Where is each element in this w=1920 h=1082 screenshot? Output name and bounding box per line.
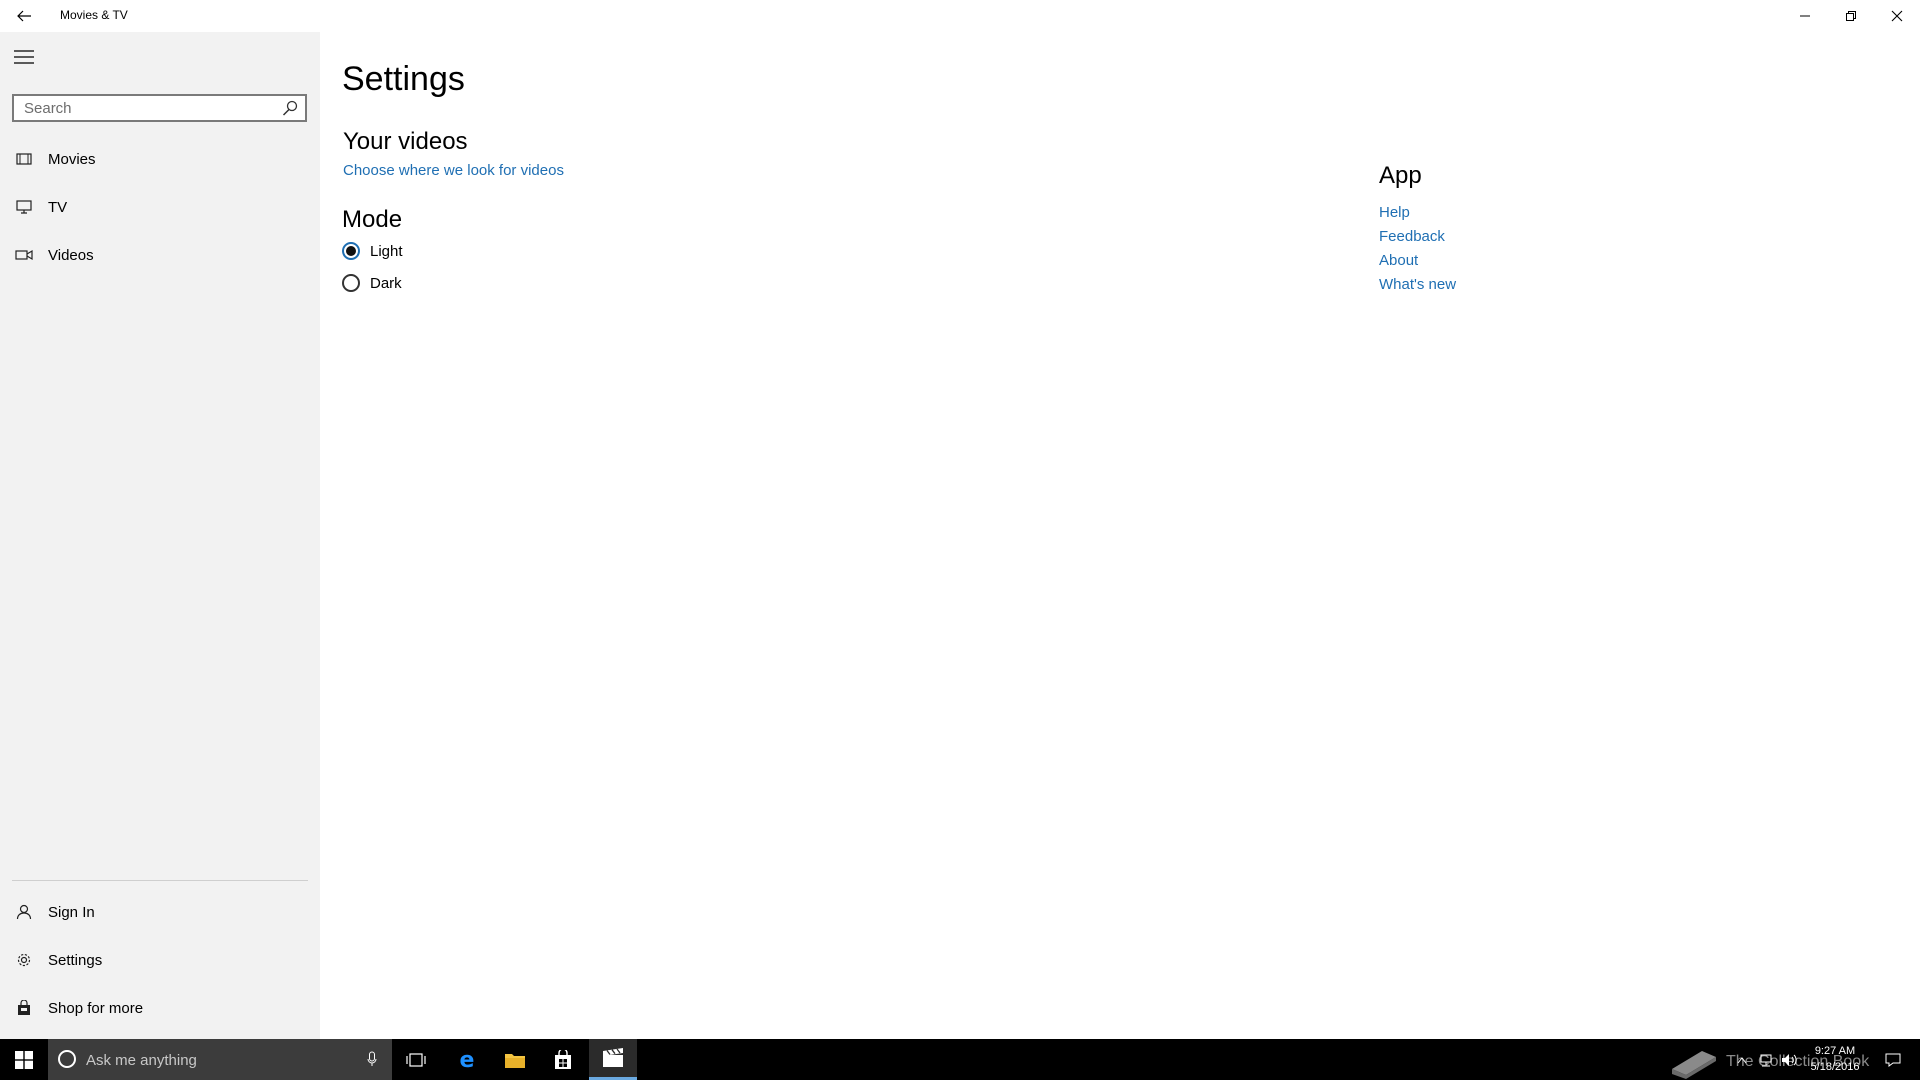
title-bar: Movies & TV xyxy=(0,0,1920,32)
app-heading: App xyxy=(1379,162,1422,189)
gear-icon xyxy=(0,936,48,984)
about-link[interactable]: About xyxy=(1379,252,1418,269)
volume-icon[interactable] xyxy=(1778,1039,1802,1080)
movies-icon xyxy=(0,135,48,183)
microphone-icon[interactable] xyxy=(362,1049,382,1069)
movies-tv-icon[interactable] xyxy=(589,1039,637,1080)
search-box xyxy=(12,94,307,122)
whats-new-link[interactable]: What's new xyxy=(1379,276,1456,293)
sidebar-divider xyxy=(12,880,308,881)
search-icon[interactable] xyxy=(279,98,301,118)
choose-video-folders-link[interactable]: Choose where we look for videos xyxy=(343,162,564,179)
tv-icon xyxy=(0,183,48,231)
help-link[interactable]: Help xyxy=(1379,204,1410,221)
taskbar-clock[interactable]: 9:27 AM 5/18/2016 xyxy=(1800,1043,1870,1075)
nav-item-label: TV xyxy=(48,198,68,216)
network-icon[interactable] xyxy=(1754,1039,1778,1080)
window-title: Movies & TV xyxy=(60,8,128,22)
search-input[interactable] xyxy=(14,96,279,120)
cortana-search-box xyxy=(48,1039,392,1082)
page-title: Settings xyxy=(342,60,465,98)
cortana-search-input[interactable] xyxy=(84,1039,348,1082)
mode-radio-dark[interactable]: Dark xyxy=(342,271,402,295)
mode-radio-light[interactable]: Light xyxy=(342,239,403,263)
nav-item-shop[interactable]: Shop for more xyxy=(0,984,320,1032)
radio-dark-unselected-icon[interactable] xyxy=(342,274,360,292)
show-hidden-icons-icon[interactable] xyxy=(1732,1039,1752,1080)
edge-icon[interactable]: e xyxy=(443,1039,491,1080)
svg-text:e: e xyxy=(460,1049,475,1071)
back-arrow-icon[interactable] xyxy=(8,0,40,32)
radio-label: Dark xyxy=(370,274,402,292)
close-icon[interactable] xyxy=(1874,0,1920,32)
minimize-icon[interactable] xyxy=(1782,0,1828,32)
mode-heading: Mode xyxy=(342,206,403,233)
task-view-icon[interactable] xyxy=(392,1039,440,1080)
nav-item-label: Movies xyxy=(48,150,96,168)
person-icon xyxy=(0,888,48,936)
book-icon xyxy=(1672,1051,1716,1079)
your-videos-heading: Your videos xyxy=(343,128,468,155)
nav-item-label: Videos xyxy=(48,246,94,264)
radio-label: Light xyxy=(370,242,403,260)
nav-item-label: Settings xyxy=(48,951,103,969)
nav-item-settings[interactable]: Settings xyxy=(0,936,320,984)
nav-item-label: Sign In xyxy=(48,903,95,921)
nav-item-label: Shop for more xyxy=(48,999,144,1017)
nav-item-sign-in[interactable]: Sign In xyxy=(0,888,320,936)
windows-start-icon[interactable] xyxy=(0,1039,48,1080)
nav-item-movies[interactable]: Movies xyxy=(0,135,320,183)
store-icon[interactable] xyxy=(539,1039,587,1080)
restore-icon[interactable] xyxy=(1828,0,1874,32)
nav-item-videos[interactable]: Videos xyxy=(0,231,320,279)
action-center-icon[interactable] xyxy=(1878,1039,1908,1080)
clock-date: 5/18/2016 xyxy=(1810,1061,1860,1073)
hamburger-menu-icon[interactable] xyxy=(8,41,40,73)
feedback-link[interactable]: Feedback xyxy=(1379,228,1445,245)
file-explorer-icon[interactable] xyxy=(491,1039,539,1080)
taskbar: e The Collection Book 9:27 AM 5/18/2016 xyxy=(0,1039,1920,1082)
clock-time: 9:27 AM xyxy=(1814,1045,1856,1057)
radio-light-selected-icon[interactable] xyxy=(342,242,360,260)
sidebar: Movies TV Videos Sign In Settings Shop f… xyxy=(0,32,320,1039)
nav-item-tv[interactable]: TV xyxy=(0,183,320,231)
cortana-icon[interactable] xyxy=(58,1050,76,1068)
shopping-bag-icon xyxy=(0,984,48,1032)
videos-icon xyxy=(0,231,48,279)
settings-page: Settings Your videos Choose where we loo… xyxy=(320,32,1920,1039)
